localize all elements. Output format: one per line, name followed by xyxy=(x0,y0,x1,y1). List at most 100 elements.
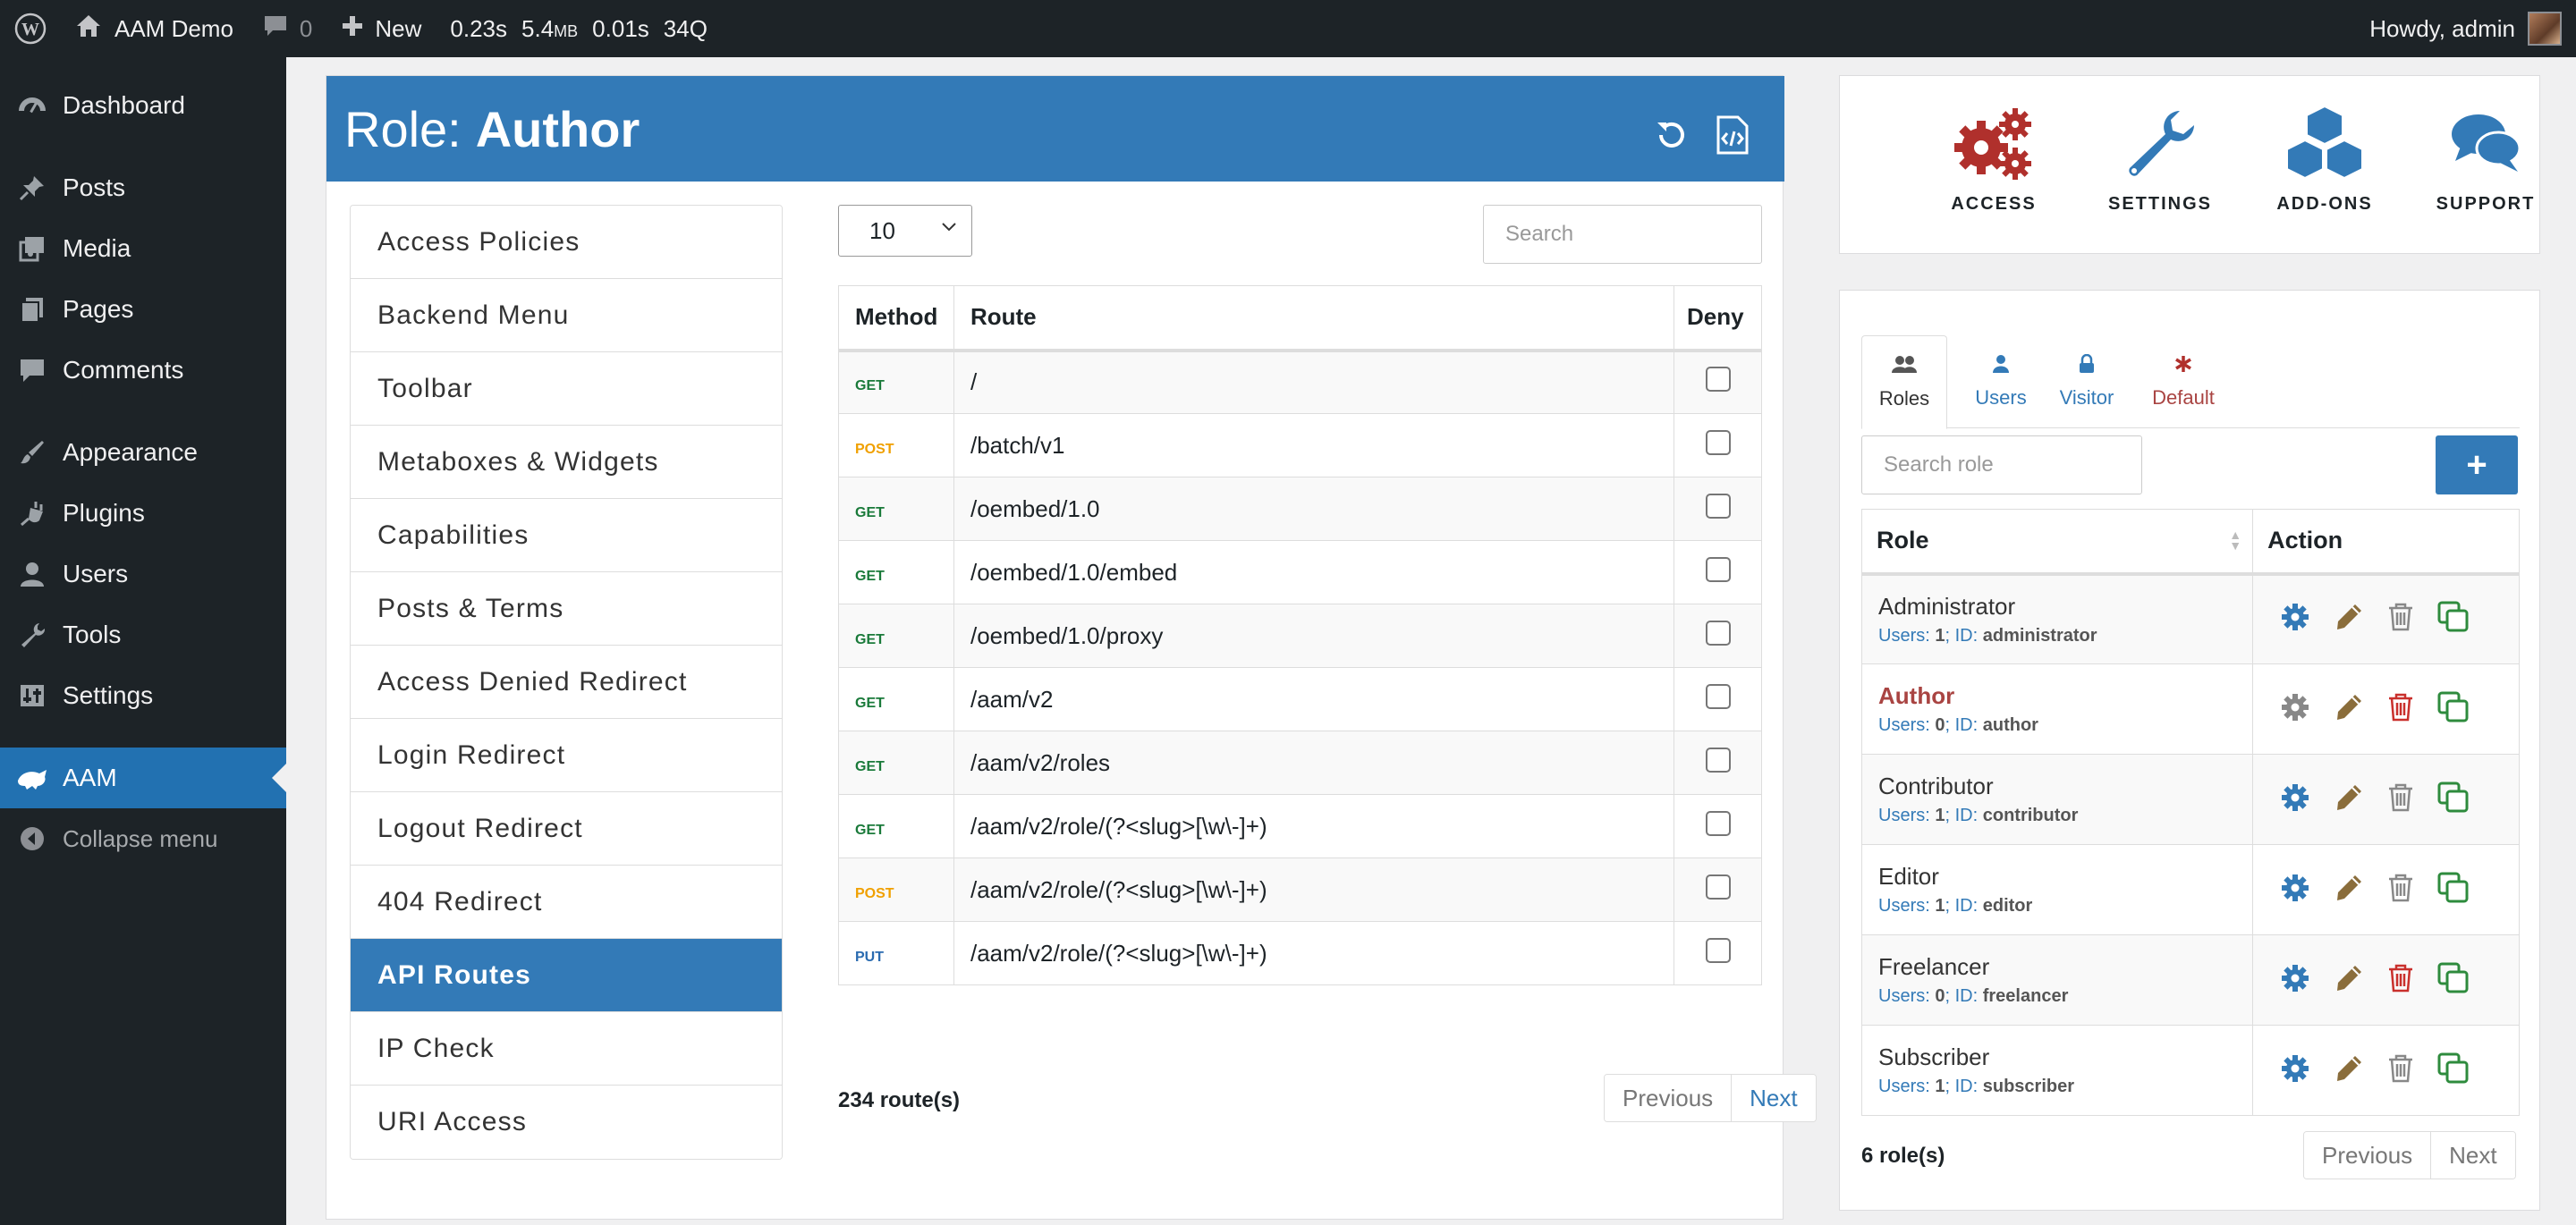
feature-item-posts-terms[interactable]: Posts & Terms xyxy=(351,572,782,646)
page-size-value: 10 xyxy=(869,216,895,244)
page-size-select[interactable]: 10 xyxy=(838,205,972,257)
column-header-role[interactable]: Role ▲ ▼ xyxy=(1860,509,2254,576)
wordpress-logo-icon[interactable]: W xyxy=(0,0,61,57)
feature-item-uri-access[interactable]: URI Access xyxy=(351,1086,782,1159)
feature-item-access-denied-redirect[interactable]: Access Denied Redirect xyxy=(351,646,782,719)
role-name[interactable]: Administrator xyxy=(1878,593,2252,621)
delete-trash-icon[interactable] xyxy=(2387,963,2414,998)
routes-search-input[interactable]: Search xyxy=(1483,205,1762,264)
column-header-method[interactable]: Method xyxy=(838,285,954,352)
previous-page-button[interactable]: Previous xyxy=(2304,1132,2432,1179)
deny-checkbox[interactable] xyxy=(1705,683,1731,709)
clone-copy-icon[interactable] xyxy=(2437,601,2470,638)
delete-trash-icon[interactable] xyxy=(2387,1053,2414,1088)
deny-checkbox[interactable] xyxy=(1705,367,1731,393)
chevron-down-icon xyxy=(939,216,959,241)
role-id: administrator xyxy=(1982,625,2097,646)
feature-item-metaboxes-widgets[interactable]: Metaboxes & Widgets xyxy=(351,426,782,499)
role-name[interactable]: Author xyxy=(1878,682,2252,710)
edit-pencil-icon[interactable] xyxy=(2334,1053,2364,1088)
site-name-link[interactable]: AAM Demo xyxy=(61,0,248,57)
edit-pencil-icon[interactable] xyxy=(2334,963,2364,998)
feature-item-404-redirect[interactable]: 404 Redirect xyxy=(351,866,782,939)
sidebar-item-users[interactable]: Users xyxy=(0,544,286,604)
sidebar-item-plugins[interactable]: Plugins xyxy=(0,483,286,544)
deny-checkbox[interactable] xyxy=(1705,493,1731,519)
reset-icon[interactable] xyxy=(1652,108,1691,166)
feature-item-toolbar[interactable]: Toolbar xyxy=(351,352,782,426)
clone-copy-icon[interactable] xyxy=(2437,691,2470,728)
deny-checkbox[interactable] xyxy=(1705,747,1731,773)
collapse-menu-button[interactable]: Collapse menu xyxy=(0,808,286,869)
sidebar-item-media[interactable]: Media xyxy=(0,218,286,279)
sidebar-item-aam[interactable]: AAM xyxy=(0,748,286,808)
role-meta: Users: 1; ID: administrator xyxy=(1878,626,2252,646)
edit-pencil-icon[interactable] xyxy=(2334,602,2364,637)
tab-users[interactable]: Users xyxy=(1958,335,2044,428)
delete-trash-icon[interactable] xyxy=(2387,692,2414,727)
nav-settings[interactable]: SETTINGS xyxy=(2089,103,2232,215)
export-code-icon[interactable] xyxy=(1715,108,1750,166)
comments-link[interactable]: 0 xyxy=(248,0,326,57)
clone-copy-icon[interactable] xyxy=(2437,872,2470,908)
column-header-deny[interactable]: Deny xyxy=(1674,285,1762,352)
tab-roles[interactable]: Roles xyxy=(1861,335,1947,429)
delete-trash-icon[interactable] xyxy=(2387,602,2414,637)
new-content-link[interactable]: New xyxy=(326,0,436,57)
sidebar-item-tools[interactable]: Tools xyxy=(0,604,286,665)
deny-checkbox[interactable] xyxy=(1705,429,1731,455)
manage-gear-icon[interactable] xyxy=(2280,1053,2310,1088)
sidebar-item-appearance[interactable]: Appearance xyxy=(0,422,286,483)
deny-checkbox[interactable] xyxy=(1705,937,1731,963)
role-search-input[interactable]: Search role xyxy=(1861,435,2142,494)
tab-visitor[interactable]: Visitor xyxy=(2044,335,2130,428)
clone-copy-icon[interactable] xyxy=(2437,962,2470,999)
manage-gear-icon[interactable] xyxy=(2280,873,2310,908)
role-name[interactable]: Subscriber xyxy=(1878,1043,2252,1071)
manage-gear-icon[interactable] xyxy=(2280,782,2310,817)
clone-copy-icon[interactable] xyxy=(2437,781,2470,818)
edit-pencil-icon[interactable] xyxy=(2334,692,2364,727)
subjects-panel: Roles Users Visitor Default Search role … xyxy=(1839,290,2540,1211)
nav-access[interactable]: ACCESS xyxy=(1922,103,2065,215)
sidebar-item-settings[interactable]: Settings xyxy=(0,665,286,726)
feature-item-api-routes[interactable]: API Routes xyxy=(351,939,782,1012)
sidebar-item-pages[interactable]: Pages xyxy=(0,279,286,340)
nav-support[interactable]: SUPPORT xyxy=(2414,103,2557,215)
edit-pencil-icon[interactable] xyxy=(2334,782,2364,817)
role-name[interactable]: Freelancer xyxy=(1878,953,2252,981)
role-name[interactable]: Contributor xyxy=(1878,773,2252,800)
query-monitor-stats[interactable]: 0.23s 5.4MB 0.01s 34Q xyxy=(436,0,722,57)
role-name[interactable]: Editor xyxy=(1878,863,2252,891)
edit-pencil-icon[interactable] xyxy=(2334,873,2364,908)
deny-checkbox[interactable] xyxy=(1705,810,1731,836)
delete-trash-icon[interactable] xyxy=(2387,782,2414,817)
manage-gear-icon[interactable] xyxy=(2280,963,2310,998)
add-role-button[interactable]: + xyxy=(2436,435,2518,494)
feature-item-logout-redirect[interactable]: Logout Redirect xyxy=(351,792,782,866)
next-page-button[interactable]: Next xyxy=(1732,1075,1816,1121)
deny-checkbox[interactable] xyxy=(1705,874,1731,900)
delete-trash-icon[interactable] xyxy=(2387,873,2414,908)
column-header-route[interactable]: Route xyxy=(953,285,1675,352)
previous-page-button[interactable]: Previous xyxy=(1605,1075,1733,1121)
tab-default[interactable]: Default xyxy=(2135,335,2232,428)
manage-gear-icon[interactable] xyxy=(2280,692,2310,727)
deny-checkbox[interactable] xyxy=(1705,556,1731,582)
sidebar-item-comments[interactable]: Comments xyxy=(0,340,286,401)
feature-item-backend-menu[interactable]: Backend Menu xyxy=(351,279,782,352)
feature-item-capabilities[interactable]: Capabilities xyxy=(351,499,782,572)
method-badge: POST xyxy=(855,885,894,901)
feature-item-login-redirect[interactable]: Login Redirect xyxy=(351,719,782,792)
manage-gear-icon[interactable] xyxy=(2280,602,2310,637)
next-page-button[interactable]: Next xyxy=(2431,1132,2515,1179)
clone-copy-icon[interactable] xyxy=(2437,1052,2470,1089)
sidebar-item-dashboard[interactable]: Dashboard xyxy=(0,75,286,136)
nav-addons[interactable]: ADD-ONS xyxy=(2253,103,2396,215)
my-account[interactable]: Howdy, admin xyxy=(2369,0,2562,57)
sort-icon: ▲ ▼ xyxy=(2229,528,2242,553)
feature-item-ip-check[interactable]: IP Check xyxy=(351,1012,782,1086)
sidebar-item-posts[interactable]: Posts xyxy=(0,157,286,218)
feature-item-access-policies[interactable]: Access Policies xyxy=(351,206,782,279)
deny-checkbox[interactable] xyxy=(1705,620,1731,646)
